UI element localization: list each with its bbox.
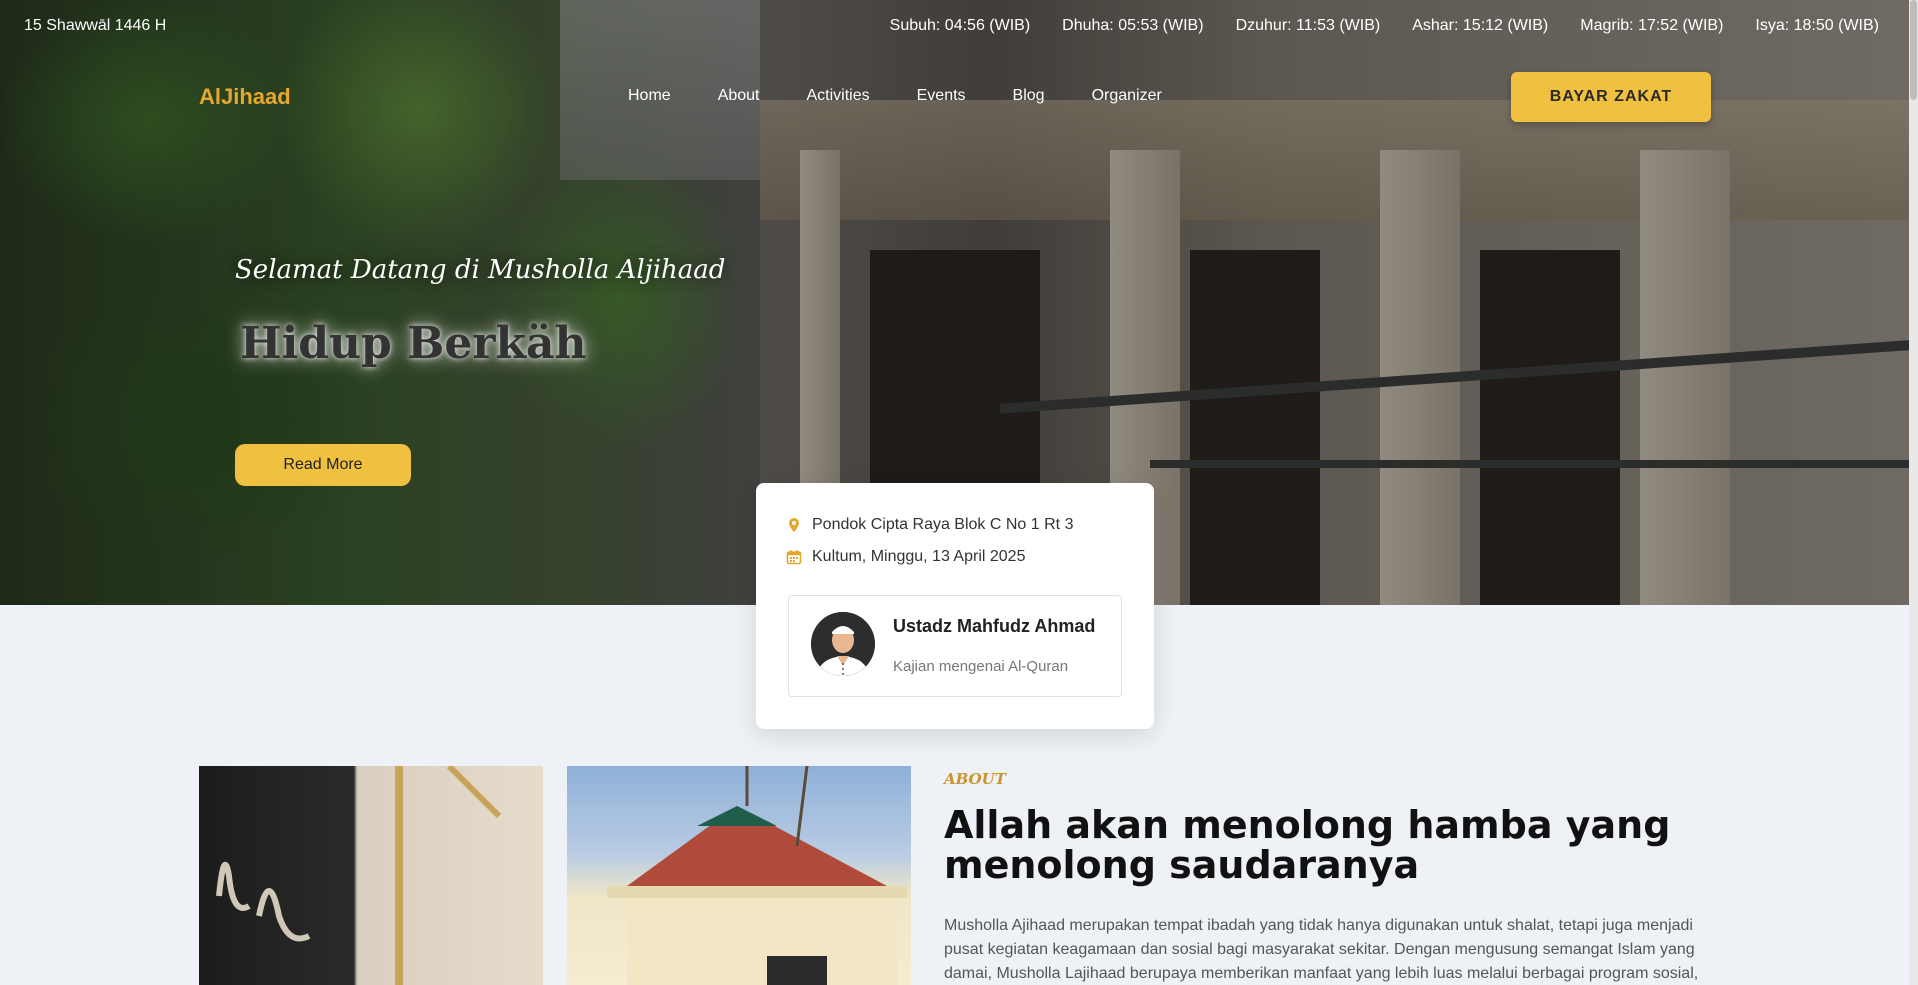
nav-activities[interactable]: Activities <box>807 87 870 105</box>
about-image-calligraphy <box>199 766 543 985</box>
nav-home[interactable]: Home <box>628 87 671 105</box>
speaker-avatar <box>811 612 875 676</box>
prayer-times-list: Subuh: 04:56 (WIB) Dhuha: 05:53 (WIB) Dz… <box>890 17 1879 35</box>
event-schedule: Kultum, Minggu, 13 April 2025 <box>786 548 1025 566</box>
page-scrollbar[interactable] <box>1909 0 1918 985</box>
about-section-label: ABOUT <box>944 770 1006 788</box>
about-title: Allah akan menolong hamba yang menolong … <box>944 803 1671 887</box>
person-avatar-icon <box>811 612 875 676</box>
hero-tagline: Hidup Berkäh <box>240 318 587 369</box>
nav-about[interactable]: About <box>718 87 760 105</box>
prayer-time-isya: Isya: 18:50 (WIB) <box>1755 17 1879 34</box>
prayer-time-subuh: Subuh: 04:56 (WIB) <box>889 17 1031 34</box>
site-logo[interactable]: AlJihaad <box>199 84 291 110</box>
calendar-icon <box>786 550 802 565</box>
prayer-times-bar: 15 Shawwāl 1446 H Subuh: 04:56 (WIB) Dhu… <box>0 0 1909 54</box>
about-description: Musholla Ajihaad merupakan tempat ibadah… <box>944 917 1699 982</box>
event-location-text: Pondok Cipta Raya Blok C No 1 Rt 3 <box>812 516 1074 533</box>
nav-organizer[interactable]: Organizer <box>1092 87 1162 105</box>
prayer-time-dhuha: Dhuha: 05:53 (WIB) <box>1062 17 1204 34</box>
nav-blog[interactable]: Blog <box>1013 87 1045 105</box>
speaker-name: Ustadz Mahfudz Ahmad <box>893 616 1096 636</box>
prayer-time-dzuhur: Dzuhur: 11:53 (WIB) <box>1235 17 1381 34</box>
event-location: Pondok Cipta Raya Blok C No 1 Rt 3 <box>786 516 1073 534</box>
prayer-time-ashar: Ashar: 15:12 (WIB) <box>1412 17 1549 34</box>
event-schedule-text: Kultum, Minggu, 13 April 2025 <box>812 548 1026 565</box>
nav-events[interactable]: Events <box>917 87 966 105</box>
event-card: Pondok Cipta Raya Blok C No 1 Rt 3 Kultu… <box>756 483 1154 729</box>
scrollbar-thumb[interactable] <box>1910 0 1917 100</box>
prayer-time-magrib: Magrib: 17:52 (WIB) <box>1580 17 1724 34</box>
map-pin-icon <box>789 518 799 532</box>
bayar-zakat-button[interactable]: BAYAR ZAKAT <box>1511 72 1711 122</box>
hero-welcome-text: Selamat Datang di Musholla Aljihaad <box>235 255 726 285</box>
speaker-card[interactable]: Ustadz Mahfudz Ahmad Kajian mengenai Al-… <box>788 595 1122 697</box>
main-nav: Home About Activities Events Blog Organi… <box>628 87 1162 105</box>
hijri-date: 15 Shawwāl 1446 H <box>24 17 167 34</box>
speaker-topic: Kajian mengenai Al-Quran <box>893 658 1069 675</box>
read-more-button[interactable]: Read More <box>235 444 411 486</box>
about-image-musholla <box>567 766 911 985</box>
